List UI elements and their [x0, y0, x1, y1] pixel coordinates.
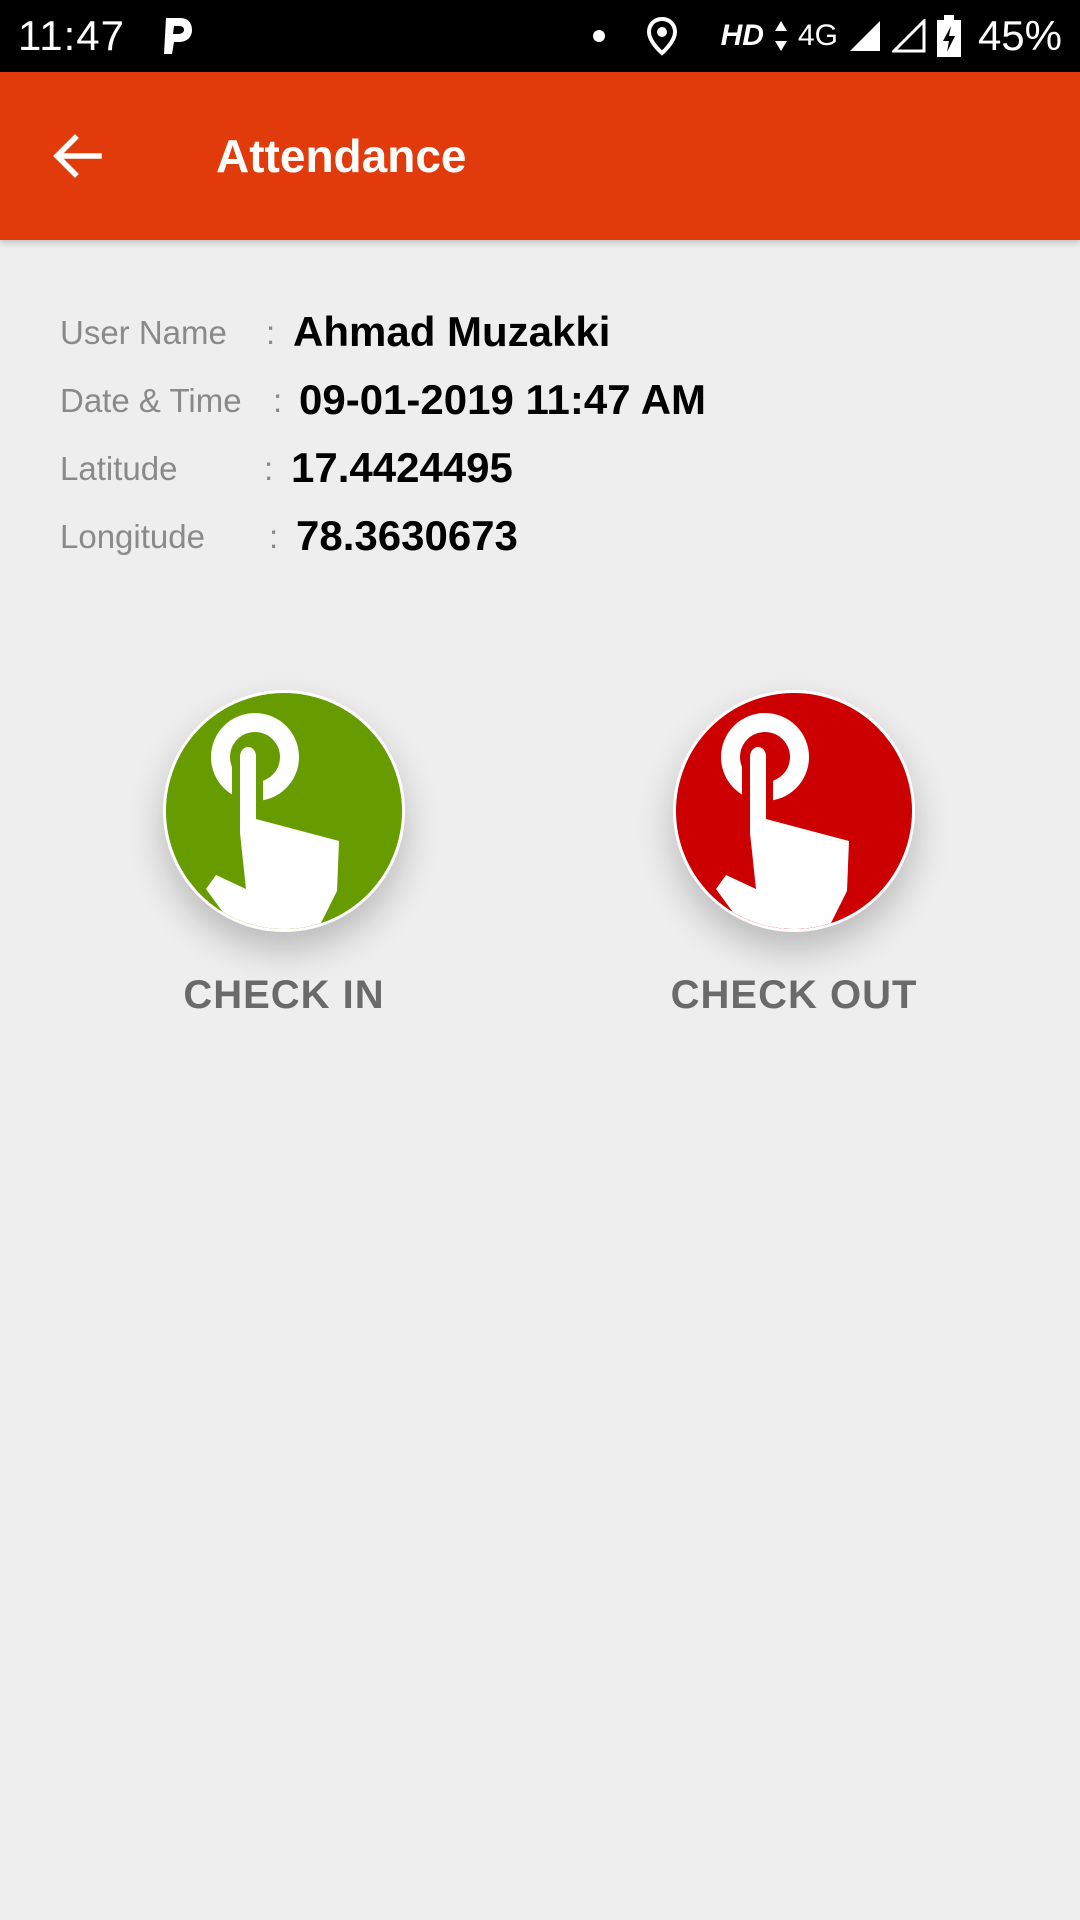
check-in-action: CHECK IN — [74, 690, 494, 1020]
info-label: Longitude — [60, 518, 205, 555]
back-button[interactable] — [42, 120, 114, 192]
info-separator: : — [273, 382, 283, 419]
info-row-longitude: Longitude : 78.3630673 — [60, 504, 1020, 572]
hd-voice-indicator: HD — [720, 19, 764, 52]
latitude-value: 17.4424495 — [291, 444, 513, 491]
battery-charging-icon — [936, 15, 961, 57]
status-bar: 11:47 HD 4G 45% — [0, 0, 1080, 72]
longitude-value: 78.3630673 — [296, 512, 518, 559]
check-out-label: CHECK OUT — [670, 973, 918, 1017]
user-name-value: Ahmad Muzakki — [293, 308, 611, 355]
info-label: Date & Time — [60, 382, 242, 419]
status-time: 11:47 — [18, 12, 125, 59]
info-label: Latitude — [60, 450, 178, 487]
attendance-info: User Name : Ahmad Muzakki Date & Time : … — [60, 300, 1020, 572]
notification-dot-icon — [592, 30, 605, 42]
info-row-user-name: User Name : Ahmad Muzakki — [60, 300, 1020, 368]
info-separator: : — [266, 314, 276, 351]
date-time-value: 09-01-2019 11:47 AM — [299, 376, 707, 423]
info-separator: : — [269, 518, 279, 555]
check-in-button[interactable] — [163, 690, 405, 932]
check-in-label: CHECK IN — [183, 973, 385, 1017]
check-out-button[interactable] — [673, 690, 915, 932]
data-arrows-icon — [774, 21, 787, 51]
info-row-date-time: Date & Time : 09-01-2019 11:47 AM — [60, 368, 1020, 436]
battery-percentage: 45% — [977, 12, 1062, 59]
page-title: Attendance — [216, 130, 467, 182]
info-separator: : — [264, 450, 274, 487]
network-type: 4G — [797, 19, 838, 52]
signal-empty-icon — [891, 19, 926, 53]
tap-hand-icon — [705, 713, 859, 929]
info-label: User Name — [60, 314, 227, 351]
info-row-latitude: Latitude : 17.4424495 — [60, 436, 1020, 504]
arrow-back-icon — [53, 134, 102, 178]
check-out-action: CHECK OUT — [584, 690, 1004, 1020]
app-bar: Attendance — [0, 72, 1080, 240]
tap-hand-icon — [195, 713, 349, 929]
parking-app-icon — [164, 18, 192, 54]
location-icon — [646, 16, 677, 56]
signal-strength-icon — [849, 21, 880, 51]
